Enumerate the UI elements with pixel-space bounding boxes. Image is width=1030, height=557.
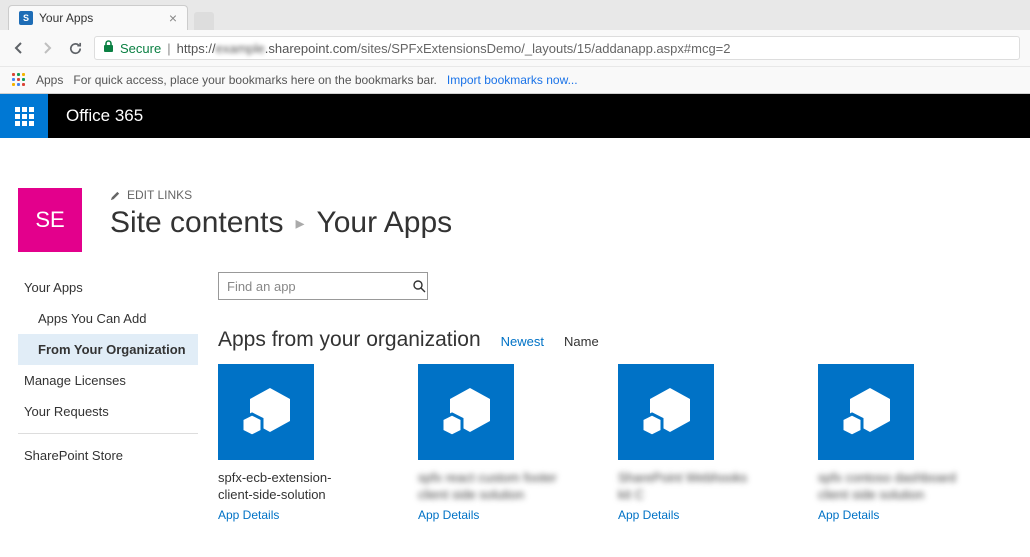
page-header: SE EDIT LINKS Site contents ▸ Your Apps <box>0 188 1030 272</box>
tab-title: Your Apps <box>39 11 93 25</box>
sidebar-item-your-apps[interactable]: Your Apps <box>18 272 198 303</box>
search-icon <box>412 279 426 293</box>
sort-newest-link[interactable]: Newest <box>501 334 544 349</box>
app-tile[interactable]: SharePoint Webhooks kit C App Details <box>618 364 758 522</box>
site-logo[interactable]: SE <box>18 188 82 252</box>
sidebar-item-sharepoint-store[interactable]: SharePoint Store <box>18 440 198 471</box>
app-name: spfx-ecb-extension-client-side-solution <box>218 470 358 504</box>
browser-chrome: S Your Apps × Secure | https://example.s… <box>0 0 1030 94</box>
sidebar-item-apps-you-can-add[interactable]: Apps You Can Add <box>18 303 198 334</box>
section-header: Apps from your organization Newest Name <box>218 328 1012 352</box>
search-input[interactable] <box>219 275 411 298</box>
forward-button[interactable] <box>38 39 56 57</box>
browser-tab[interactable]: S Your Apps × <box>8 5 188 30</box>
breadcrumb-current: Your Apps <box>316 206 452 240</box>
address-bar: Secure | https://example.sharepoint.com/… <box>0 30 1030 66</box>
app-tile[interactable]: spfx react custom footer client side sol… <box>418 364 558 522</box>
sidebar-item-manage-licenses[interactable]: Manage Licenses <box>18 365 198 396</box>
app-launcher-button[interactable] <box>0 94 48 138</box>
secure-label: Secure <box>120 41 161 56</box>
app-package-icon <box>818 364 914 460</box>
main-content: Apps from your organization Newest Name … <box>218 272 1012 522</box>
lock-icon <box>103 40 114 56</box>
section-title: Apps from your organization <box>218 328 481 352</box>
app-grid: spfx-ecb-extension-client-side-solution A… <box>218 364 1012 522</box>
app-details-link[interactable]: App Details <box>418 508 558 522</box>
edit-links-button[interactable]: EDIT LINKS <box>110 188 1012 202</box>
app-name: spfx contoso dashboard client side solut… <box>818 470 958 504</box>
app-package-icon <box>618 364 714 460</box>
breadcrumb: Site contents ▸ Your Apps <box>110 206 1012 240</box>
sharepoint-favicon-icon: S <box>19 11 33 25</box>
app-package-icon <box>218 364 314 460</box>
url-separator: | <box>167 41 170 56</box>
import-bookmarks-link[interactable]: Import bookmarks now... <box>447 73 578 87</box>
breadcrumb-parent[interactable]: Site contents <box>110 206 283 240</box>
chevron-right-icon: ▸ <box>295 213 304 234</box>
tab-bar: S Your Apps × <box>0 0 1030 30</box>
waffle-icon <box>15 107 34 126</box>
url-input[interactable]: Secure | https://example.sharepoint.com/… <box>94 36 1020 60</box>
app-details-link[interactable]: App Details <box>618 508 758 522</box>
apps-grid-icon[interactable] <box>12 73 26 87</box>
divider <box>18 433 198 434</box>
apps-label[interactable]: Apps <box>36 73 63 87</box>
app-details-link[interactable]: App Details <box>218 508 358 522</box>
app-name: SharePoint Webhooks kit C <box>618 470 758 504</box>
app-tile[interactable]: spfx-ecb-extension-client-side-solution A… <box>218 364 358 522</box>
app-name: spfx react custom footer client side sol… <box>418 470 558 504</box>
app-details-link[interactable]: App Details <box>818 508 958 522</box>
close-icon[interactable]: × <box>169 10 177 26</box>
sort-name-link[interactable]: Name <box>564 334 599 349</box>
new-tab-button[interactable] <box>194 12 214 30</box>
app-tile[interactable]: spfx contoso dashboard client side solut… <box>818 364 958 522</box>
search-button[interactable] <box>411 279 427 293</box>
reload-button[interactable] <box>66 39 84 57</box>
o365-header: Office 365 <box>0 94 1030 138</box>
sidebar-item-from-your-organization[interactable]: From Your Organization <box>18 334 198 365</box>
sidebar-item-your-requests[interactable]: Your Requests <box>18 396 198 427</box>
bookmark-bar: Apps For quick access, place your bookma… <box>0 66 1030 93</box>
sidebar: Your Apps Apps You Can Add From Your Org… <box>18 272 198 522</box>
back-button[interactable] <box>10 39 28 57</box>
pencil-icon <box>110 190 121 201</box>
bookmark-hint: For quick access, place your bookmarks h… <box>73 73 437 87</box>
search-box <box>218 272 428 300</box>
url-text: https://example.sharepoint.com/sites/SPF… <box>177 41 731 56</box>
o365-label[interactable]: Office 365 <box>66 106 143 126</box>
app-package-icon <box>418 364 514 460</box>
